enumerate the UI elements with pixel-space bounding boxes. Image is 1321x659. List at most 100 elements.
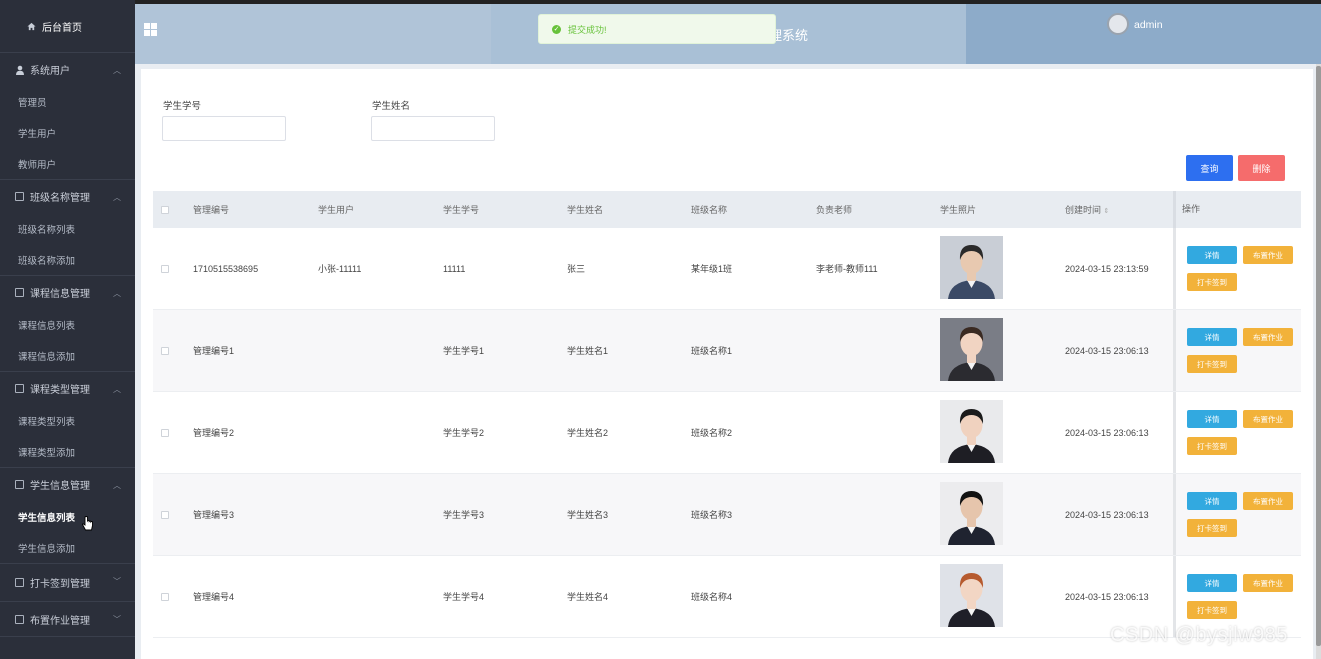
assign-homework-button[interactable]: 布置作业 <box>1243 246 1293 264</box>
sidebar-group-label: 打卡签到管理 <box>30 579 90 590</box>
cell-no: 学生学号2 <box>443 428 485 438</box>
detail-button[interactable]: 详情 <box>1187 574 1237 592</box>
cell-class: 班级名称3 <box>691 510 733 520</box>
row-checkbox[interactable] <box>161 592 169 601</box>
sidebar-group-head[interactable]: 系统用户 ︿ <box>0 53 135 86</box>
student-no-input[interactable] <box>162 116 286 141</box>
th-photo: 学生照片 <box>940 205 977 215</box>
punch-in-button[interactable]: 打卡签到 <box>1187 273 1237 291</box>
main-content: 学生学号 学生姓名 查询 删除 管理编号 学生用户 学生学号 学生姓名 班级名称… <box>141 69 1313 659</box>
sidebar-item-class-list[interactable]: 班级名称列表 <box>0 213 135 244</box>
student-photo[interactable] <box>940 400 1003 463</box>
user-icon <box>16 65 24 75</box>
row-checkbox[interactable] <box>161 264 169 273</box>
punch-in-button[interactable]: 打卡签到 <box>1187 601 1237 619</box>
table-row: 管理编号1 学生学号1 学生姓名1 班级名称1 2024-03-15 23:06… <box>153 310 1301 392</box>
sidebar-group-head[interactable]: 布置作业管理 ﹀ <box>0 602 135 636</box>
select-all-checkbox[interactable] <box>161 205 169 214</box>
student-photo[interactable] <box>940 318 1003 381</box>
sidebar-item-course-list[interactable]: 课程信息列表 <box>0 309 135 340</box>
sidebar-item-student-users[interactable]: 学生用户 <box>0 117 135 148</box>
th-teacher: 负责老师 <box>816 205 853 215</box>
sidebar-group-label: 学生信息管理 <box>30 481 90 492</box>
cell-user: 小张-11111 <box>318 264 362 274</box>
table-row: 管理编号3 学生学号3 学生姓名3 班级名称3 2024-03-15 23:06… <box>153 474 1301 556</box>
student-name-input[interactable] <box>371 116 495 141</box>
detail-button[interactable]: 详情 <box>1187 410 1237 428</box>
sidebar-home-label: 后台首页 <box>42 22 82 34</box>
chevron-up-icon: ︿ <box>113 289 121 298</box>
row-checkbox[interactable] <box>161 428 169 437</box>
detail-button[interactable]: 详情 <box>1187 492 1237 510</box>
sidebar-group-course: 课程信息管理 ︿ 课程信息列表 课程信息添加 <box>0 275 135 371</box>
th-time-label: 创建时间 <box>1065 205 1102 215</box>
cell-id: 管理编号4 <box>193 592 235 602</box>
cell-no: 学生学号1 <box>443 346 485 356</box>
sidebar-group-head[interactable]: 学生信息管理 ︿ <box>0 468 135 501</box>
sidebar-item-course-type-add[interactable]: 课程类型添加 <box>0 436 135 467</box>
cell-class: 某年级1班 <box>691 264 733 274</box>
chevron-up-icon: ︿ <box>113 385 121 394</box>
sidebar-group-student: 学生信息管理 ︿ 学生信息列表 学生信息添加 <box>0 467 135 563</box>
avatar[interactable] <box>1107 13 1129 35</box>
cell-no: 学生学号4 <box>443 592 485 602</box>
th-user: 学生用户 <box>318 205 355 215</box>
toast-message: 提交成功! <box>568 24 607 35</box>
student-photo[interactable] <box>940 564 1003 627</box>
punch-in-button[interactable]: 打卡签到 <box>1187 437 1237 455</box>
detail-button[interactable]: 详情 <box>1187 246 1237 264</box>
sidebar-group-punch: 打卡签到管理 ﹀ <box>0 563 135 601</box>
home-icon <box>27 22 36 30</box>
student-no-label: 学生学号 <box>163 101 202 112</box>
sidebar-group-head[interactable]: 打卡签到管理 ﹀ <box>0 564 135 601</box>
cell-name: 学生姓名4 <box>567 592 609 602</box>
assign-homework-button[interactable]: 布置作业 <box>1243 492 1293 510</box>
sidebar-item-course-add[interactable]: 课程信息添加 <box>0 340 135 371</box>
folder-icon <box>15 288 24 297</box>
ops-cell: 详情 布置作业 打卡签到 <box>1173 474 1301 555</box>
scrollbar-thumb[interactable] <box>1316 66 1321 646</box>
menu-grid-icon[interactable] <box>144 23 157 36</box>
sidebar-item-class-add[interactable]: 班级名称添加 <box>0 244 135 275</box>
table-header: 管理编号 学生用户 学生学号 学生姓名 班级名称 负责老师 学生照片 创建时间 … <box>153 191 1301 228</box>
sidebar-home[interactable]: 后台首页 <box>0 0 135 52</box>
folder-icon <box>15 384 24 393</box>
assign-homework-button[interactable]: 布置作业 <box>1243 328 1293 346</box>
sidebar-group-partial <box>0 636 135 637</box>
sidebar-item-student-list[interactable]: 学生信息列表 <box>0 501 135 532</box>
sidebar-group-head[interactable]: 班级名称管理 ︿ <box>0 180 135 213</box>
detail-button[interactable]: 详情 <box>1187 328 1237 346</box>
punch-in-button[interactable]: 打卡签到 <box>1187 355 1237 373</box>
sidebar-item-student-add[interactable]: 学生信息添加 <box>0 532 135 563</box>
table-body: 1710515538695 小张-11111 11111 张三 某年级1班 李老… <box>153 228 1301 638</box>
cell-time: 2024-03-15 23:06:13 <box>1065 427 1149 438</box>
cell-no: 学生学号3 <box>443 510 485 520</box>
sidebar-group-label: 系统用户 <box>30 66 70 77</box>
sidebar-item-admin[interactable]: 管理员 <box>0 86 135 117</box>
row-checkbox[interactable] <box>161 346 169 355</box>
student-table: 管理编号 学生用户 学生学号 学生姓名 班级名称 负责老师 学生照片 创建时间 … <box>153 191 1301 638</box>
sidebar-group-head[interactable]: 课程类型管理 ︿ <box>0 372 135 405</box>
folder-icon <box>15 578 24 587</box>
ops-cell: 详情 布置作业 打卡签到 <box>1173 310 1301 391</box>
query-button[interactable]: 查询 <box>1186 155 1233 181</box>
cell-class: 班级名称4 <box>691 592 733 602</box>
watermark: CSDN @bysjlw985 <box>1110 624 1288 646</box>
delete-button[interactable]: 删除 <box>1238 155 1285 181</box>
sidebar-group-head[interactable]: 课程信息管理 ︿ <box>0 276 135 309</box>
assign-homework-button[interactable]: 布置作业 <box>1243 574 1293 592</box>
punch-in-button[interactable]: 打卡签到 <box>1187 519 1237 537</box>
row-checkbox[interactable] <box>161 510 169 519</box>
sidebar-group-system-users: 系统用户 ︿ 管理员 学生用户 教师用户 <box>0 52 135 179</box>
cell-id: 1710515538695 <box>193 263 259 274</box>
student-photo[interactable] <box>940 482 1003 545</box>
sidebar-group-label: 课程信息管理 <box>30 289 90 300</box>
sidebar-item-course-type-list[interactable]: 课程类型列表 <box>0 405 135 436</box>
student-photo[interactable] <box>940 236 1003 299</box>
th-time[interactable]: 创建时间 ⇕ <box>1065 203 1109 216</box>
sidebar-item-teacher-users[interactable]: 教师用户 <box>0 148 135 179</box>
sort-icon[interactable]: ⇕ <box>1104 208 1110 215</box>
assign-homework-button[interactable]: 布置作业 <box>1243 410 1293 428</box>
username[interactable]: admin <box>1134 19 1163 31</box>
chevron-up-icon: ︿ <box>113 193 121 202</box>
